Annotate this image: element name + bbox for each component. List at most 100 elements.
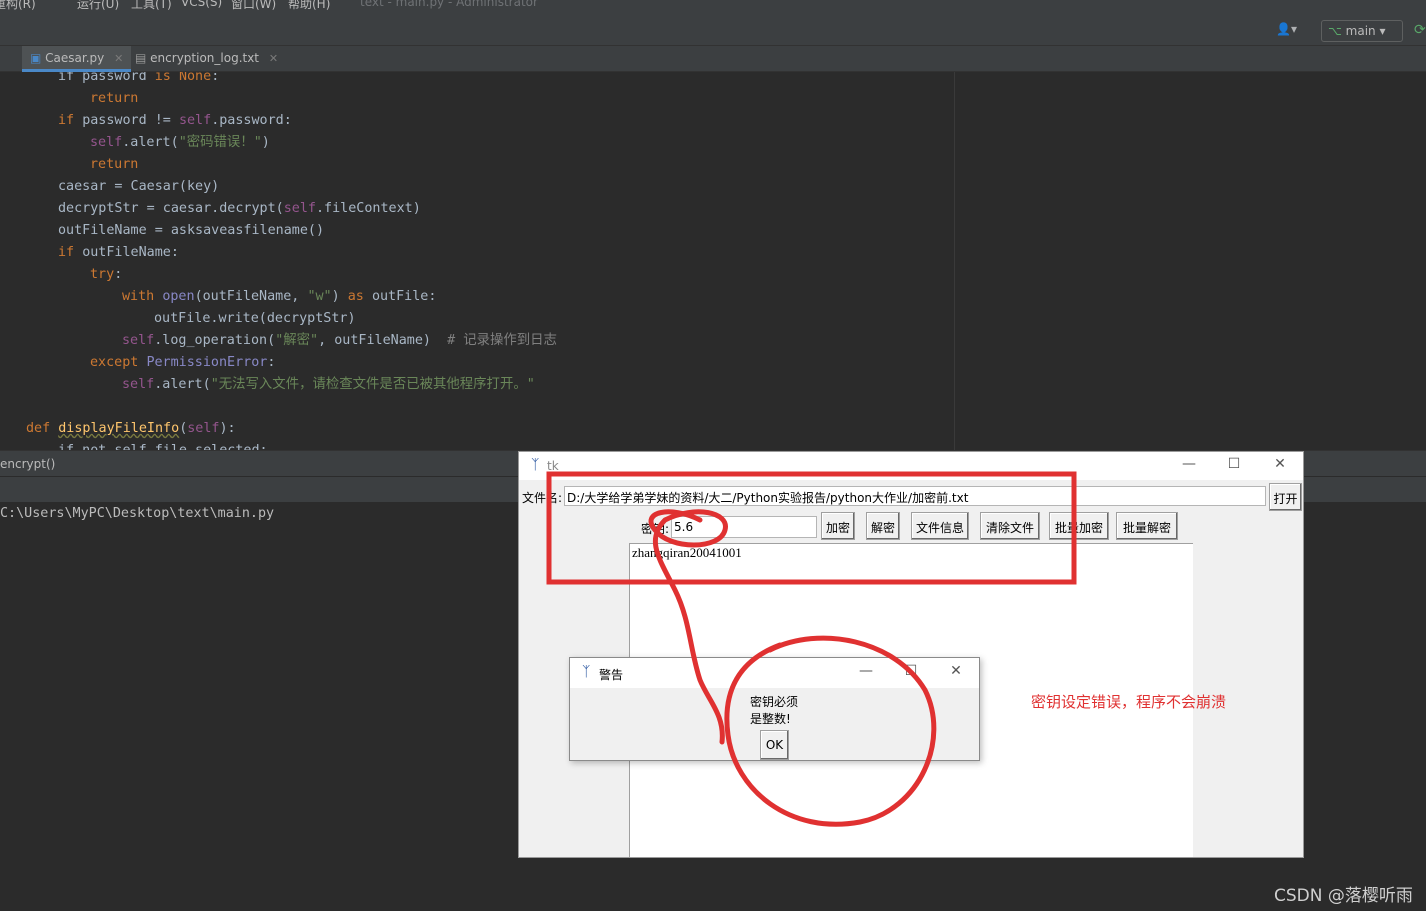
code-token: # 记录操作到日志	[447, 333, 557, 348]
code-token: "密码错误！"	[178, 135, 262, 150]
key-input[interactable]: 5.6	[671, 516, 817, 538]
code-token: open	[162, 289, 195, 304]
account-icon[interactable]: 👤▾	[1276, 22, 1306, 40]
code-token: try	[90, 267, 115, 282]
code-token: :	[267, 355, 276, 370]
code-line: if outFileName:	[58, 242, 179, 264]
code-line: caesar = Caesar(key)	[58, 176, 219, 198]
code-line: if password != self.password:	[58, 110, 292, 132]
code-line: if not self file selected:	[58, 440, 268, 450]
code-token: :	[114, 267, 123, 282]
branch-name: main	[1345, 24, 1376, 38]
minimize-icon[interactable]: —	[856, 663, 876, 683]
close-icon[interactable]: ✕	[114, 52, 123, 65]
code-line: decryptStr = caesar.decrypt(self.fileCon…	[58, 198, 421, 220]
code-token: self	[90, 135, 123, 150]
code-token: ):	[219, 421, 236, 436]
right-margin-guide	[954, 72, 955, 450]
menu-vcs[interactable]: VCS(S)	[181, 0, 222, 9]
code-token: if	[58, 113, 83, 128]
tk-feather-icon: ᛉ	[582, 664, 591, 680]
code-line: def displayFileInfo(self):	[26, 418, 236, 440]
code-token: if not self file selected:	[58, 443, 268, 450]
tk-titlebar[interactable]: ᛉ tk — ☐ ✕	[519, 452, 1303, 480]
code-token: None	[178, 72, 212, 84]
menu-run[interactable]: 运行(U)	[77, 0, 119, 10]
run-config-label[interactable]: encrypt()	[0, 457, 55, 471]
warning-dialog: ᛉ 警告 — ☐ ✕ 密钥必须 是整数! OK	[569, 657, 980, 761]
maximize-icon[interactable]: ☐	[1224, 456, 1244, 476]
code-token: if	[58, 245, 83, 260]
code-token: is	[154, 72, 179, 84]
code-line: try:	[90, 264, 122, 286]
decrypt-button[interactable]: 解密	[866, 512, 900, 540]
code-editor[interactable]: if password is None: return if password !=…	[0, 72, 1426, 450]
code-token: def	[26, 421, 59, 436]
menu-bar: 重构(R) 运行(U) 工具(T) VCS(S) 窗口(W) 帮助(H) tex…	[0, 0, 1426, 10]
menu-refactor[interactable]: 重构(R)	[0, 0, 36, 10]
code-line: except PermissionError:	[90, 352, 275, 374]
file-info-button[interactable]: 文件信息	[911, 512, 969, 540]
tab-encryption-log[interactable]: ▤ encryption_log.txt ✕	[127, 46, 286, 72]
close-icon[interactable]: ✕	[1270, 456, 1290, 476]
close-icon[interactable]: ✕	[946, 663, 966, 683]
code-token: if password	[58, 72, 155, 84]
code-line: outFile.write(decryptStr)	[154, 308, 356, 330]
text-file-icon: ▤	[135, 51, 147, 65]
tab-label: encryption_log.txt	[150, 51, 260, 65]
code-line: self.alert("无法写入文件，请检查文件是否已被其他程序打开。"	[122, 374, 535, 396]
encrypt-button[interactable]: 加密	[821, 512, 855, 540]
batch-decrypt-button[interactable]: 批量解密	[1116, 512, 1178, 540]
clear-file-button[interactable]: 清除文件	[980, 512, 1040, 540]
menu-help[interactable]: 帮助(H)	[288, 0, 330, 10]
code-token: .fileContext)	[315, 201, 421, 216]
code-token: .password:	[211, 113, 292, 128]
code-token: .log_operation(	[154, 333, 276, 348]
annotation-note: 密钥设定错误，程序不会崩溃	[1031, 693, 1227, 711]
ide-toolbar: 👤▾ ⌥ main ▾ ⟳	[0, 10, 1426, 46]
code-token: outFileName:	[82, 245, 179, 260]
close-icon[interactable]: ✕	[269, 52, 278, 65]
tab-caesar-py[interactable]: ▣ Caesar.py ✕	[22, 46, 132, 72]
dialog-titlebar[interactable]: ᛉ 警告 — ☐ ✕	[570, 658, 979, 688]
minimize-icon[interactable]: —	[1179, 456, 1199, 476]
watermark: CSDN @落樱听雨	[1274, 886, 1413, 906]
code-token: )	[331, 289, 348, 304]
update-icon[interactable]: ⟳	[1414, 22, 1426, 40]
code-token: :	[211, 72, 220, 84]
branch-selector[interactable]: ⌥ main ▾	[1321, 20, 1403, 42]
batch-encrypt-button[interactable]: 批量加密	[1049, 512, 1109, 540]
code-token: .alert(	[154, 377, 211, 392]
code-token: "无法写入文件，请检查文件是否已被其他程序打开。"	[210, 377, 535, 392]
code-token: self	[122, 333, 155, 348]
dialog-message: 密钥必须 是整数!	[750, 695, 799, 726]
code-line: if password is None:	[58, 72, 219, 88]
maximize-icon[interactable]: ☐	[901, 663, 921, 683]
code-line: self.alert("密码错误！")	[90, 132, 270, 154]
editor-tabs: ▣ Caesar.py ✕ ▤ encryption_log.txt ✕	[0, 46, 1426, 72]
code-token: self	[178, 113, 212, 128]
code-token: except	[90, 355, 147, 370]
ok-button[interactable]: OK	[760, 730, 789, 760]
dialog-title: 警告	[599, 668, 624, 682]
code-token: self	[122, 377, 155, 392]
code-token: self	[283, 201, 316, 216]
code-token: "解密"	[275, 333, 319, 348]
open-button[interactable]: 打开	[1269, 483, 1302, 511]
code-token: outFile:	[371, 289, 437, 304]
python-file-icon: ▣	[30, 51, 42, 65]
code-token: with	[122, 289, 163, 304]
code-token: )	[261, 135, 270, 150]
menu-window[interactable]: 窗口(W)	[231, 0, 276, 10]
code-token: return	[90, 91, 139, 106]
code-line: return	[90, 88, 138, 110]
menu-tools[interactable]: 工具(T)	[131, 0, 172, 10]
code-token: caesar = Caesar(key)	[58, 179, 220, 194]
tab-label: Caesar.py	[45, 51, 105, 65]
code-token: PermissionError	[146, 355, 268, 370]
code-line: self.log_operation("解密", outFileName) # …	[122, 330, 557, 352]
console-output-line: C:\Users\MyPC\Desktop\text\main.py	[0, 506, 275, 521]
code-token: self	[187, 421, 220, 436]
file-path-field[interactable]: D:/大学给学弟学妹的资料/大二/Python实验报告/python大作业/加密…	[564, 486, 1266, 506]
code-token: return	[90, 157, 139, 172]
